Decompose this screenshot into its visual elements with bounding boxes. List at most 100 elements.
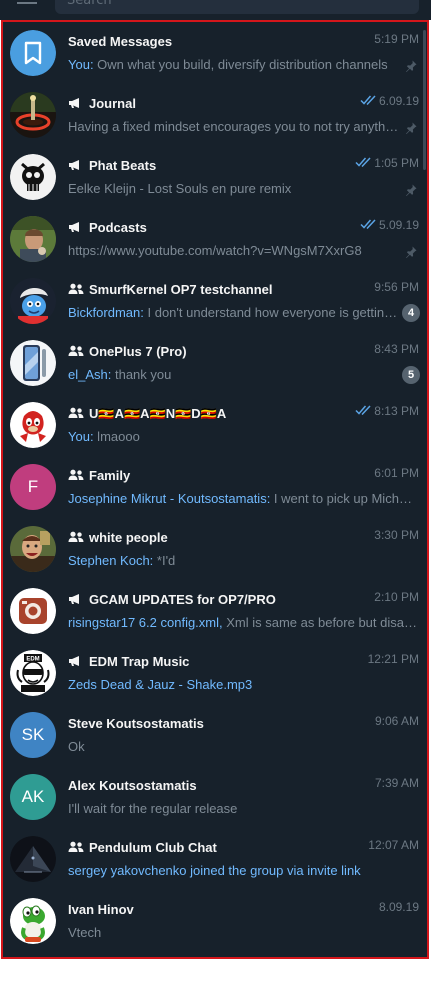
chat-preview: Ok xyxy=(68,739,418,757)
chat-preview: I'll wait for the regular release xyxy=(68,801,418,819)
double-check-icon xyxy=(360,219,377,229)
group-icon xyxy=(68,531,84,543)
chat-item[interactable]: white people 3:30 PM Stephen Koch: *I'd xyxy=(3,518,427,580)
chat-item[interactable]: GCAM UPDATES for OP7/PRO 2:10 PM risingsta… xyxy=(3,580,427,642)
chat-title: GCAM UPDATES for OP7/PRO xyxy=(89,592,276,607)
chat-item[interactable]: Saved Messages 5:19 PM You: Own what you b… xyxy=(3,22,427,84)
chat-item[interactable]: OnePlus 7 (Pro) 8:43 PM el_Ash: thank you 5 xyxy=(3,332,427,394)
chat-preview: Stephen Koch: *I'd xyxy=(68,553,418,571)
hamburger-menu-icon[interactable] xyxy=(17,0,37,6)
chat-avatar xyxy=(10,278,56,324)
chat-time-text: 9:56 PM xyxy=(374,280,419,294)
chat-item[interactable]: F Family 6:01 PM Josephine Mikrut - Koutsos… xyxy=(3,456,427,518)
chat-avatar xyxy=(10,340,56,386)
megaphone-icon xyxy=(68,221,84,233)
chat-title-line: U🇺🇬A🇺🇬A🇺🇬N🇺🇬D🇺🇬A xyxy=(68,403,358,421)
chat-time: 6:01 PM xyxy=(374,466,419,480)
chat-preview: You: Own what you build, diversify distr… xyxy=(68,57,400,75)
chat-item[interactable]: EDM EDM Trap Music 12:21 PM Zeds Dead & Jau… xyxy=(3,642,427,704)
chat-item[interactable]: AK Alex Koutsostamatis 7:39 AM I'll wait fo… xyxy=(3,766,427,828)
chat-preview-sender: risingstar17 6.2 config.xml, xyxy=(68,615,223,630)
chat-title: EDM Trap Music xyxy=(89,654,190,669)
chat-preview-text: I'll wait for the regular release xyxy=(68,801,238,816)
chat-time-text: 9:06 AM xyxy=(374,714,419,728)
chat-time-text: 5.09.19 xyxy=(378,218,419,232)
avatar-initials: SK xyxy=(21,725,45,744)
chat-item[interactable]: U🇺🇬A🇺🇬A🇺🇬N🇺🇬D🇺🇬A 8:13 PM You: lmaooo xyxy=(3,394,427,456)
megaphone-icon xyxy=(68,159,84,171)
avatar-initials: AK xyxy=(21,787,45,806)
chat-avatar: AK xyxy=(10,774,56,820)
chat-title-line: Pendulum Club Chat xyxy=(68,837,358,855)
chat-preview: risingstar17 6.2 config.xml, Xml is same… xyxy=(68,615,418,633)
chat-item[interactable]: Journal 6.09.19 Having a fixed mindset enc… xyxy=(3,84,427,146)
chat-avatar xyxy=(10,526,56,572)
chat-preview-sender: Bickfordman: xyxy=(68,305,144,320)
chat-preview-sender: Zeds Dead & Jauz - Shake.mp3 xyxy=(68,677,253,692)
chat-time: 5.09.19 xyxy=(360,218,419,232)
megaphone-icon xyxy=(68,593,84,605)
avatar-initials: F xyxy=(27,477,39,496)
chat-title: Podcasts xyxy=(89,220,147,235)
chat-preview-text: Vtech xyxy=(68,925,102,940)
chat-item[interactable]: Phat Beats 1:05 PM Eelke Kleijn - Lost Sou… xyxy=(3,146,427,208)
chat-preview-text: Eelke Kleijn - Lost Souls en pure remix xyxy=(68,181,292,196)
chat-avatar xyxy=(10,402,56,448)
chat-time: 8:13 PM xyxy=(355,404,419,418)
chat-preview: https://www.youtube.com/watch?v=WNgsM7Xx… xyxy=(68,243,400,261)
chat-avatar xyxy=(10,30,56,76)
chat-list[interactable]: Saved Messages 5:19 PM You: Own what you b… xyxy=(1,20,429,959)
chat-item[interactable]: SK Steve Koutsostamatis 9:06 AM Ok xyxy=(3,704,427,766)
chat-preview-text: I don't understand how everyone is getti… xyxy=(147,305,400,320)
double-check-icon xyxy=(355,157,372,167)
chat-item[interactable]: Podcasts 5.09.19 https://www.youtube.com/w… xyxy=(3,208,427,270)
chat-time: 5:19 PM xyxy=(374,32,419,46)
chat-title: white people xyxy=(89,530,168,545)
chat-preview: Having a fixed mindset encourages you to… xyxy=(68,119,400,137)
chat-time: 2:10 PM xyxy=(374,590,419,604)
chat-preview-sender: sergey yakovchenko joined the group via … xyxy=(68,863,361,878)
chat-time-text: 8.09.19 xyxy=(378,900,419,914)
chat-avatar xyxy=(10,588,56,634)
chat-title-line: EDM Trap Music xyxy=(68,651,358,669)
chat-title-line: GCAM UPDATES for OP7/PRO xyxy=(68,589,358,607)
chat-preview-text: lmaooo xyxy=(93,429,140,444)
chat-preview-text: Own what you build, diversify distributi… xyxy=(93,57,388,72)
double-check-icon xyxy=(355,405,372,415)
chat-preview-sender: You: xyxy=(68,429,94,444)
chat-item[interactable]: Pendulum Club Chat 12:07 AM sergey yakovch… xyxy=(3,828,427,890)
chat-preview-sender: Stephen Koch: xyxy=(68,553,154,568)
chat-title-line: Phat Beats xyxy=(68,155,358,173)
chat-title-line: white people xyxy=(68,527,358,545)
chat-preview-text: Xml is same as before but disables featu… xyxy=(226,615,418,630)
chat-time: 8:43 PM xyxy=(374,342,419,356)
chat-avatar: EDM xyxy=(10,650,56,696)
chat-avatar xyxy=(10,836,56,882)
chat-title-line: Ivan Hinov xyxy=(68,899,358,917)
chat-title: Ivan Hinov xyxy=(68,902,134,917)
chat-preview-text: thank you xyxy=(111,367,172,382)
chat-item[interactable]: SmurfKernel OP7 testchannel 9:56 PM Bickfo… xyxy=(3,270,427,332)
chat-title-line: Family xyxy=(68,465,358,483)
chat-avatar xyxy=(10,92,56,138)
chat-item[interactable]: Ivan Hinov 8.09.19 Vtech xyxy=(3,890,427,952)
chat-time-text: 1:05 PM xyxy=(374,156,419,170)
chat-time-text: 6.09.19 xyxy=(378,94,419,108)
chat-time-text: 12:21 PM xyxy=(367,652,419,666)
chat-preview-sender: You: xyxy=(68,57,94,72)
chat-preview-text: Having a fixed mindset encourages you to… xyxy=(68,119,400,134)
megaphone-icon xyxy=(68,655,84,667)
chat-time: 12:07 AM xyxy=(368,838,419,852)
chat-time-text: 12:07 AM xyxy=(368,838,419,852)
top-bar xyxy=(0,0,431,20)
chat-avatar xyxy=(10,216,56,262)
chat-preview-text: Ok xyxy=(68,739,85,754)
search-input[interactable] xyxy=(55,0,419,14)
chat-preview: Josephine Mikrut - Koutsostamatis: I wen… xyxy=(68,491,418,509)
chat-preview-sender: el_Ash: xyxy=(68,367,112,382)
chat-avatar xyxy=(10,898,56,944)
chat-preview-text: https://www.youtube.com/watch?v=WNgsM7Xx… xyxy=(68,243,362,258)
chat-avatar xyxy=(10,154,56,200)
chat-time-text: 8:13 PM xyxy=(374,404,419,418)
group-icon xyxy=(68,469,84,481)
